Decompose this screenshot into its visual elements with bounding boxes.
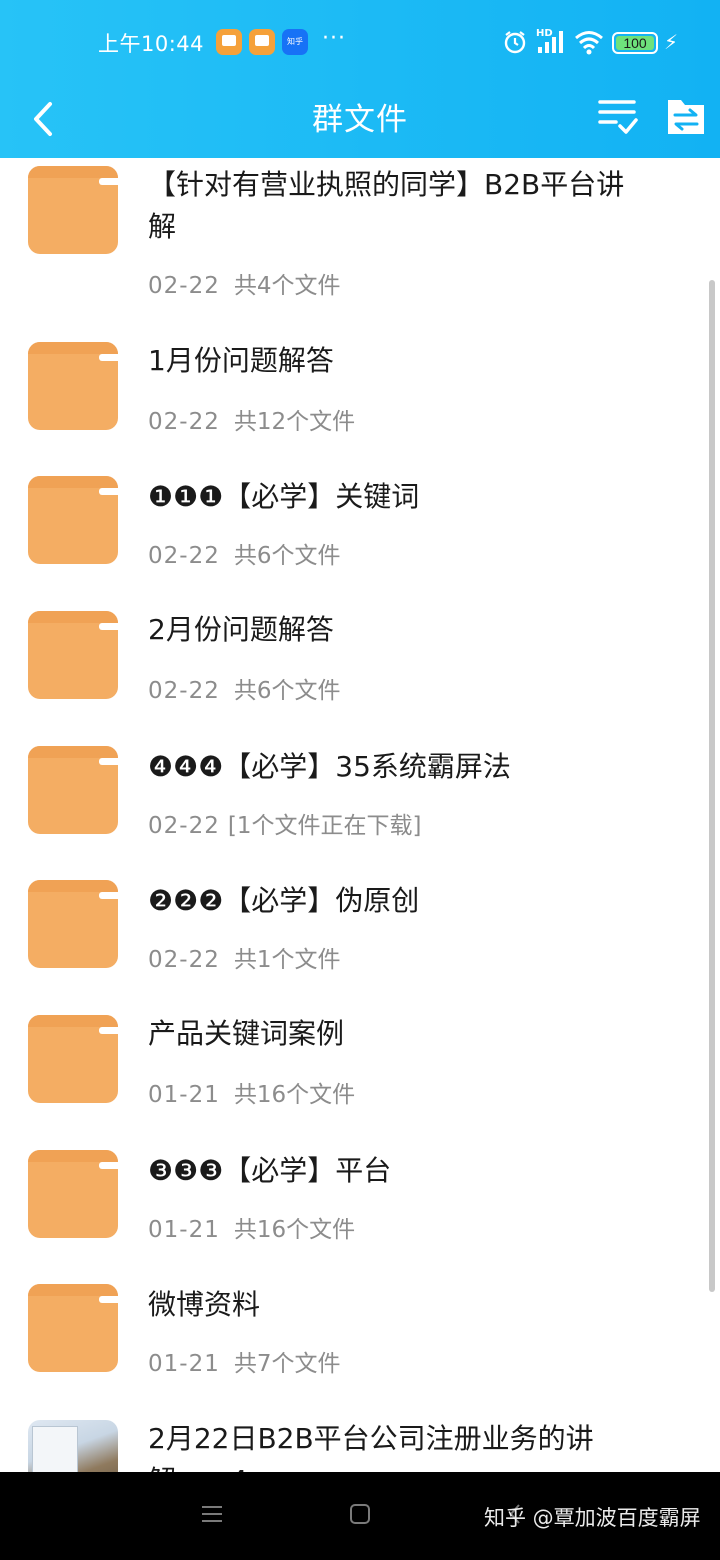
file-list: 【针对有营业执照的同学】B2B平台讲解 02-22 共4个文件 1月份问题解答 0… [0, 158, 720, 1472]
scrollbar[interactable] [709, 280, 715, 1292]
file-name: 2月22日B2B平台公司注册业务的讲解.mp4 [148, 1422, 594, 1472]
list-item[interactable]: 微博资料 01-21 共7个文件 [0, 1272, 700, 1406]
file-count: 共4个文件 [233, 273, 341, 299]
file-name: 2月份问题解答 [148, 613, 334, 646]
status-time: 上午10:44 [98, 32, 205, 56]
battery-level: 100 [623, 35, 647, 51]
charging-icon: ⚡ [664, 30, 679, 54]
folder-icon [28, 1284, 137, 1372]
list-item[interactable]: ❷❷❷【必学】伪原创 02-22 共1个文件 [0, 868, 700, 1002]
file-meta: 02-22 共6个文件 [148, 671, 340, 705]
file-name: 微博资料 [148, 1288, 261, 1321]
file-count: 共12个文件 [233, 409, 356, 435]
list-item[interactable]: 【针对有营业执照的同学】B2B平台讲解 02-22 共4个文件 [0, 158, 700, 318]
file-name: ❶❶❶【必学】关键词 [148, 480, 420, 513]
folder-icon [28, 1150, 137, 1238]
checklist-icon[interactable] [596, 94, 640, 138]
file-date: 02-22 [148, 273, 220, 299]
wifi-icon [575, 31, 603, 55]
battery-icon: 100 [612, 32, 658, 54]
file-meta: 02-22 [1个文件正在下载] [148, 806, 421, 840]
list-item[interactable]: ❹❹❹【必学】35系统霸屏法 02-22 [1个文件正在下载] [0, 734, 700, 868]
video-thumbnail [28, 1420, 118, 1472]
alarm-icon [504, 31, 526, 54]
zhihu-watermark: 知乎 @覃加波百度霸屏 [484, 1506, 701, 1530]
folder-icon [28, 476, 137, 564]
file-meta: 02-22 共1个文件 [148, 940, 340, 974]
more-notifications-icon: ··· [322, 26, 346, 51]
file-name: ❷❷❷【必学】伪原创 [148, 884, 420, 917]
zhihu-app-icon: 知乎 [282, 29, 308, 55]
file-date: 01-21 [148, 1217, 220, 1243]
file-count: 共16个文件 [233, 1082, 356, 1108]
folder-icon [28, 611, 137, 699]
message-notification-icon [249, 29, 275, 55]
file-date: 02-22 [148, 947, 220, 973]
file-date: 01-21 [148, 1351, 220, 1377]
file-meta: 02-22 共6个文件 [148, 536, 340, 570]
file-date: 02-22 [148, 813, 220, 839]
screen: 上午10:44 知乎 ··· HD 100 ⚡ 群文件 【针对有营业执照的同学】… [0, 0, 720, 1560]
list-item[interactable]: ❸❸❸【必学】平台 01-21 共16个文件 [0, 1138, 700, 1272]
file-name: ❹❹❹【必学】35系统霸屏法 [148, 750, 511, 783]
file-count: 共16个文件 [233, 1217, 356, 1243]
file-meta: 01-21 共16个文件 [148, 1210, 355, 1244]
folder-icon [28, 166, 137, 254]
file-count: 共6个文件 [233, 543, 341, 569]
cellular-signal-icon [538, 31, 563, 53]
menu-icon[interactable] [200, 1502, 224, 1526]
folder-icon [28, 1015, 137, 1103]
folder-icon [28, 746, 137, 834]
message-notification-icon [216, 29, 242, 55]
top-bar: 上午10:44 知乎 ··· HD 100 ⚡ 群文件 [0, 0, 720, 158]
file-meta: 01-21 共7个文件 [148, 1344, 340, 1378]
list-item[interactable]: 1月份问题解答 02-22 共12个文件 [0, 330, 700, 464]
file-transfer-icon[interactable] [664, 94, 708, 138]
navigation-bar: 知乎 @覃加波百度霸屏 [0, 1472, 720, 1560]
file-count: 共6个文件 [233, 678, 341, 704]
list-item[interactable]: 2月22日B2B平台公司注册业务的讲解.mp4 [0, 1408, 700, 1472]
file-meta: 01-21 共16个文件 [148, 1075, 355, 1109]
home-icon[interactable] [348, 1502, 372, 1526]
status-bar: 上午10:44 知乎 ··· HD 100 ⚡ [0, 0, 720, 84]
file-date: 02-22 [148, 678, 220, 704]
file-meta: 02-22 共4个文件 [148, 266, 340, 300]
file-date: 02-22 [148, 409, 220, 435]
file-date: 02-22 [148, 543, 220, 569]
file-name: 产品关键词案例 [148, 1017, 345, 1050]
title-bar: 群文件 [0, 84, 720, 158]
file-count: 共7个文件 [233, 1351, 341, 1377]
list-item[interactable]: 2月份问题解答 02-22 共6个文件 [0, 599, 700, 733]
file-meta: 02-22 共12个文件 [148, 402, 355, 436]
file-name: 1月份问题解答 [148, 344, 334, 377]
list-item[interactable]: 产品关键词案例 01-21 共16个文件 [0, 1003, 700, 1137]
folder-icon [28, 880, 137, 968]
folder-icon [28, 342, 137, 430]
list-item[interactable]: ❶❶❶【必学】关键词 02-22 共6个文件 [0, 464, 700, 598]
file-count: 共1个文件 [233, 947, 341, 973]
file-name: ❸❸❸【必学】平台 [148, 1154, 392, 1187]
file-count: [1个文件正在下载] [227, 813, 422, 839]
file-date: 01-21 [148, 1082, 220, 1108]
file-name: 【针对有营业执照的同学】B2B平台讲解 [148, 168, 625, 243]
